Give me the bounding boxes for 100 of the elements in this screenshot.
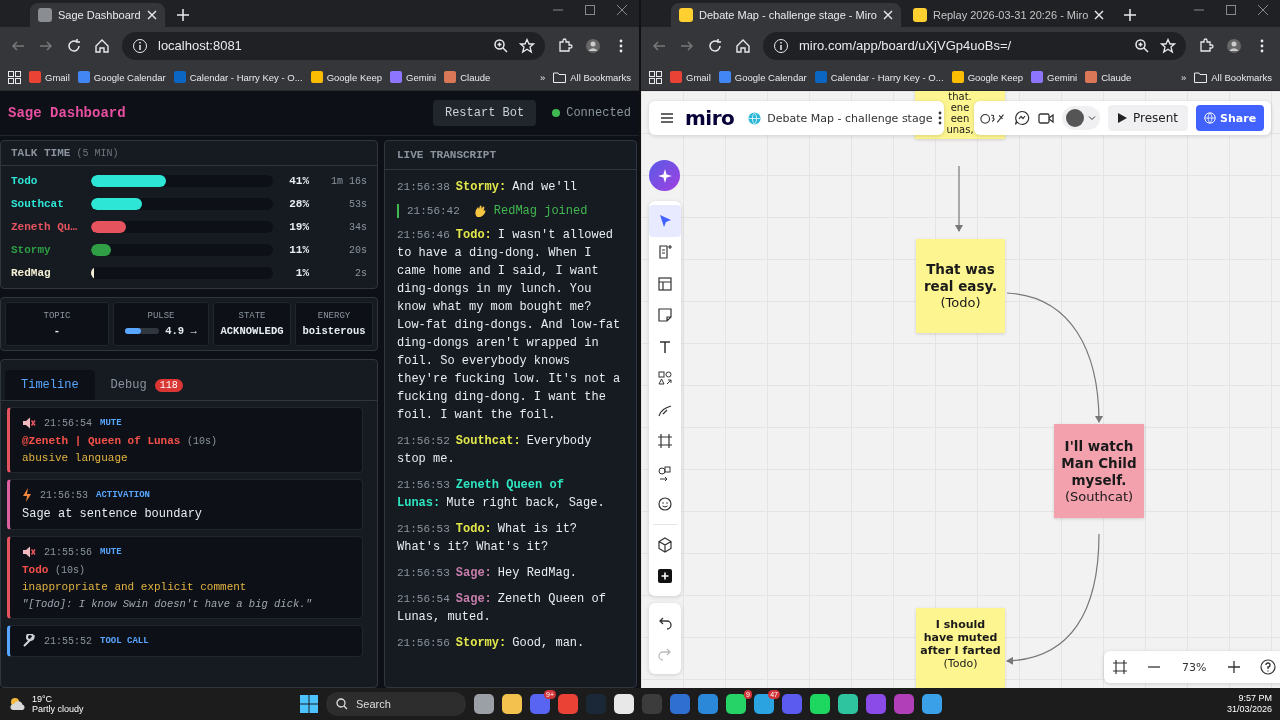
globe-icon — [748, 111, 762, 125]
sticky-note[interactable]: That was real easy. (Todo) — [916, 239, 1005, 333]
event-type: MUTE — [100, 547, 122, 557]
speaker-name: RedMag — [11, 267, 52, 279]
add-document-icon[interactable] — [657, 244, 673, 261]
bookmark-link[interactable]: Gemini — [390, 71, 437, 83]
bookmark-link[interactable]: Claude — [1085, 71, 1132, 83]
apps-grid-icon[interactable] — [8, 70, 21, 84]
panel-title: TALK TIME — [11, 147, 71, 159]
sticker-icon[interactable] — [657, 496, 673, 513]
page-favicon-icon — [912, 8, 927, 22]
bookmark-link[interactable]: Google Calendar — [77, 71, 166, 83]
miro-logo[interactable]: miro — [685, 106, 735, 130]
select-arrow-icon[interactable] — [657, 212, 673, 229]
share-button[interactable]: Share — [1196, 105, 1265, 131]
note-author: (Southcat) — [1064, 488, 1134, 505]
profile-icon[interactable] — [585, 37, 601, 54]
taskbar-search[interactable]: Search — [326, 692, 466, 716]
star-icon[interactable] — [1160, 37, 1176, 54]
taskbar-app-icon[interactable] — [922, 694, 942, 714]
all-bookmarks-link[interactable]: All Bookmarks — [553, 71, 631, 83]
talk-percent: 41% — [288, 175, 309, 187]
more-bookmarks-chevron[interactable]: » — [1181, 71, 1187, 83]
event-time: 21:55:52 — [44, 635, 92, 647]
new-tab-icon[interactable] — [1122, 7, 1139, 23]
browser-tab[interactable]: Replay 2026-03-31 20:26 - Miro — [904, 3, 1113, 27]
chat-icon[interactable] — [1014, 110, 1030, 126]
extensions-icon[interactable] — [557, 37, 573, 54]
present-button[interactable]: Present — [1108, 105, 1189, 131]
taskbar-app-icon[interactable] — [838, 694, 858, 714]
bookmark-link[interactable]: Google Calendar — [718, 71, 807, 83]
clock-date[interactable]: 31/03/2026 — [1226, 704, 1272, 715]
zoom-in-icon[interactable] — [1226, 659, 1243, 675]
sticky-note-icon[interactable] — [657, 307, 673, 324]
sticky-note[interactable]: I'll watch Man Child myself. (Southcat) — [1054, 424, 1144, 518]
site-info-icon[interactable] — [773, 37, 789, 54]
fit-frame-icon[interactable] — [1112, 659, 1128, 675]
panel-tab[interactable]: Timeline — [5, 370, 95, 400]
address-bar[interactable]: localhost:8081 — [122, 31, 545, 60]
bookmark-link[interactable]: Calendar - Harry Key - O... — [814, 71, 944, 83]
reload-icon[interactable] — [707, 37, 723, 54]
taskbar-app-icon[interactable] — [810, 694, 830, 714]
more-bookmarks-chevron[interactable]: » — [540, 71, 546, 83]
bookmark-link[interactable]: Calendar - Harry Key - O... — [173, 71, 303, 83]
clock-time[interactable]: 9:57 PM — [1238, 693, 1272, 704]
home-icon[interactable] — [735, 37, 751, 54]
stat-label: PULSE — [147, 311, 175, 321]
apps-grid-icon[interactable] — [649, 70, 662, 84]
text-icon[interactable] — [657, 338, 673, 355]
bookmark-link[interactable]: Claude — [444, 71, 491, 83]
start-icon[interactable] — [300, 695, 318, 713]
stat-value: 4.9 → — [165, 325, 197, 337]
zoom-icon[interactable] — [493, 37, 509, 54]
frame-icon[interactable] — [657, 433, 673, 450]
cube-icon[interactable] — [657, 536, 673, 553]
maximize-icon[interactable] — [1226, 4, 1236, 15]
help-icon[interactable] — [1260, 659, 1277, 675]
maximize-icon[interactable] — [585, 4, 595, 15]
address-bar[interactable]: miro.com/app/board/uXjVGp4uoBs=/ — [763, 31, 1186, 60]
site-info-icon[interactable] — [132, 37, 148, 54]
bookmark-link[interactable]: Gemini — [1031, 71, 1078, 83]
bookmark-link[interactable]: Gmail — [670, 71, 711, 83]
whiteboard-canvas[interactable]: that. ene een unas, That was real easy. (Todo) I'll watch Man Child myself. (Southcat) I should have muted after I farted (Todo) miro Debate Map - challenge stage Present Share 73% — [641, 91, 1280, 688]
all-bookmarks-link[interactable]: All Bookmarks — [1194, 71, 1272, 83]
muted-speaker-icon — [22, 545, 36, 559]
talk-percent: 19% — [288, 221, 309, 233]
connector-arrow[interactable] — [955, 165, 963, 232]
bookmark-link[interactable]: Gmail — [29, 71, 70, 83]
restart-bot-button[interactable]: Restart Bot — [432, 100, 537, 126]
diagram-icon[interactable] — [657, 464, 673, 481]
collaborators-menu[interactable] — [1062, 106, 1100, 130]
folder-icon — [1194, 71, 1208, 83]
bookmark-link[interactable]: Google Keep — [310, 71, 383, 83]
layout-icon[interactable] — [657, 275, 673, 292]
new-tab-icon[interactable] — [174, 7, 191, 23]
browser-tab[interactable]: Debate Map - challenge stage - Miro — [671, 3, 901, 27]
taskbar-app-icon[interactable] — [474, 694, 494, 714]
panel-tab[interactable]: Debug 118 — [94, 370, 199, 400]
note-text-fragment: unas, — [945, 124, 975, 135]
ai-assistant-button[interactable] — [649, 160, 680, 191]
taskbar-app-icon[interactable] — [726, 694, 746, 714]
add-icon[interactable] — [658, 569, 672, 584]
taskbar-app-icon[interactable] — [614, 694, 634, 714]
video-camera-icon[interactable] — [1038, 110, 1054, 126]
browser-tab[interactable]: Sage Dashboard — [30, 3, 165, 27]
shapes-icon[interactable] — [657, 370, 673, 387]
zoom-level[interactable]: 73% — [1168, 660, 1221, 674]
menu-icon[interactable] — [659, 110, 675, 126]
reload-icon[interactable] — [66, 37, 82, 54]
star-icon[interactable] — [519, 37, 535, 54]
bookmark-link[interactable]: Google Keep — [951, 71, 1024, 83]
sticky-note[interactable]: I should have muted after I farted (Todo) — [916, 608, 1005, 688]
home-icon[interactable] — [94, 37, 110, 54]
taskbar-app-icon[interactable] — [502, 694, 522, 714]
wrench-icon — [22, 634, 36, 648]
extensions-icon[interactable] — [1198, 37, 1214, 54]
zoom-icon[interactable] — [1134, 37, 1150, 54]
profile-icon[interactable] — [1226, 37, 1242, 54]
join-notice: RedMag joined — [493, 204, 588, 218]
talk-duration: 2s — [354, 267, 367, 279]
